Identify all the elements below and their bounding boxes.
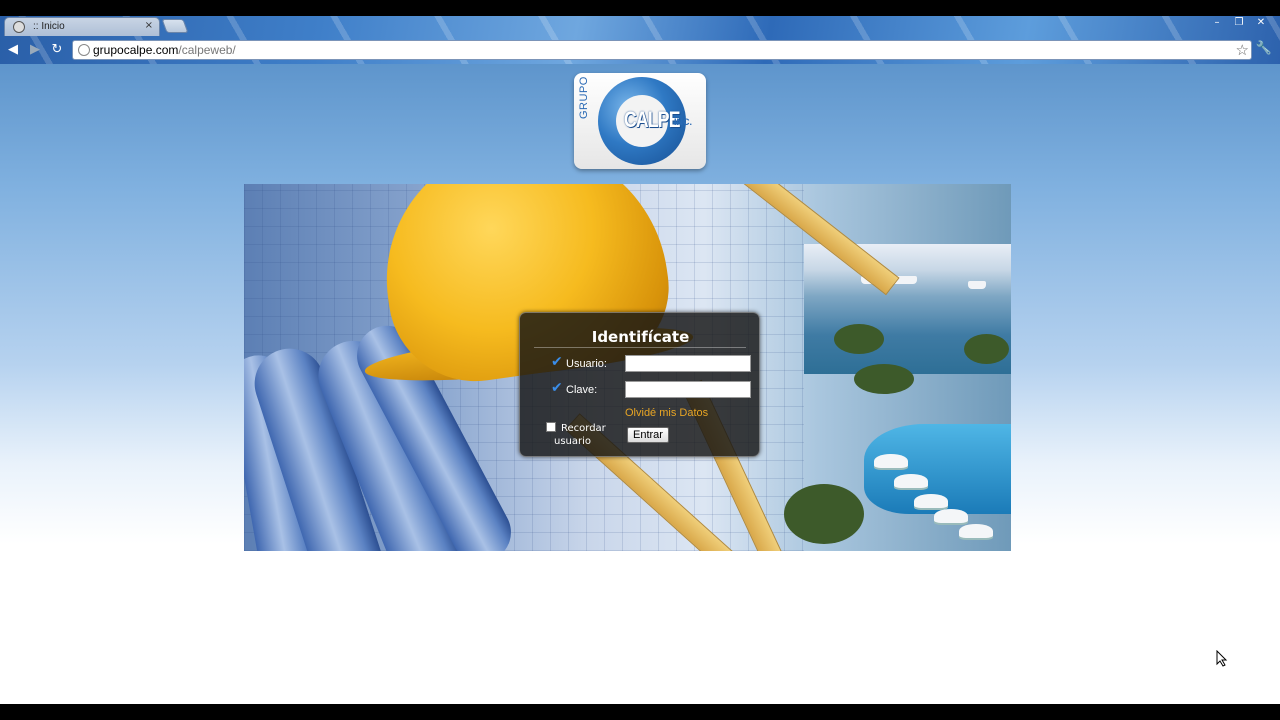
forgot-credentials-link[interactable]: Olvidé mis Datos [625,407,708,419]
browser-chrome: :: Inicio × – ❐ ✕ ◀ ▶ ↻ grupocalpe.com/c… [0,16,1280,64]
palm-tree [784,484,864,544]
palm-tree [964,334,1009,364]
window-controls: – ❐ ✕ [1206,16,1272,32]
mouse-cursor-icon [1216,650,1228,667]
new-tab-button[interactable] [161,19,189,33]
checkmark-icon: ✔ [551,354,563,370]
password-input[interactable] [625,381,751,398]
back-arrow-icon[interactable]: ◀ [4,41,22,59]
page-globe-icon [78,44,90,56]
beach-umbrella [914,494,948,508]
logo-calpe-text: CALPE [624,107,680,132]
url-text: grupocalpe.com/calpeweb/ [93,43,236,57]
forward-arrow-icon[interactable]: ▶ [26,41,44,59]
wrench-menu-icon[interactable]: 🔧 [1256,41,1272,56]
close-window-icon[interactable]: ✕ [1250,16,1272,30]
restore-icon[interactable]: ❐ [1228,16,1250,30]
cruise-ship [968,281,986,289]
tab-favicon-icon [13,21,25,33]
login-panel: Identifícate ✔ Usuario: ✔ Clave: Olvidé … [519,312,760,457]
login-divider [534,347,746,348]
username-label: Usuario: [566,358,607,370]
screen-top-bar [0,0,1280,16]
username-input[interactable] [625,355,751,372]
browser-toolbar: ◀ ▶ ↻ grupocalpe.com/calpeweb/ ☆ 🔧 [0,36,1280,64]
checkmark-icon: ✔ [551,380,563,396]
login-submit-button[interactable]: Entrar [627,427,669,443]
beach-umbrella [959,524,993,538]
login-title: Identifícate [591,328,690,346]
page-body: GRUPO CALPE INC. Identifícate ✔ Usuario:… [0,64,1280,704]
bookmark-star-icon[interactable]: ☆ [1236,41,1249,59]
palm-tree [834,324,884,354]
browser-tab[interactable]: :: Inicio × [4,17,160,36]
palm-tree [854,364,914,394]
address-bar[interactable]: grupocalpe.com/calpeweb/ ☆ [72,40,1252,60]
remember-user-label: Recordar usuario [554,423,606,447]
logo-grupo-text: GRUPO [578,76,590,119]
password-label: Clave: [566,384,598,396]
logo-inc-text: INC. [674,117,692,127]
reload-icon[interactable]: ↻ [48,41,66,59]
screen-bottom-bar [0,704,1280,720]
tab-close-icon[interactable]: × [145,20,153,31]
hero-banner-image: Identifícate ✔ Usuario: ✔ Clave: Olvidé … [244,184,1011,551]
url-path: /calpeweb/ [178,43,236,57]
beach-umbrella [934,509,968,523]
beach-umbrella [894,474,928,488]
tab-title: :: Inicio [33,21,65,32]
grupo-calpe-logo: GRUPO CALPE INC. [574,73,706,169]
url-host: grupocalpe.com [93,43,179,57]
minimize-icon[interactable]: – [1206,16,1228,30]
beach-umbrella [874,454,908,468]
